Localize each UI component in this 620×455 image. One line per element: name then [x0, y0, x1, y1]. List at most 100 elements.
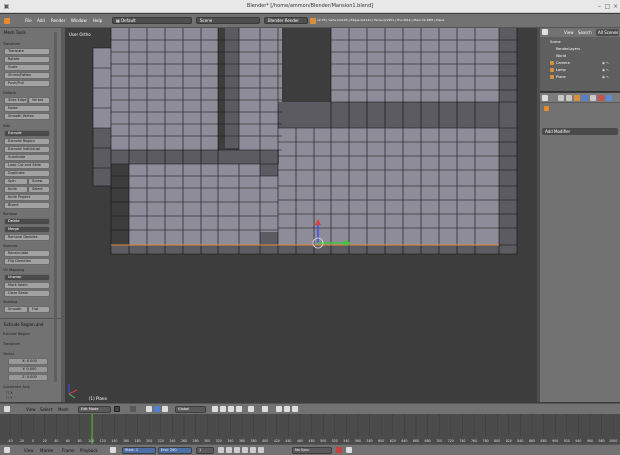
- slide-edge-button[interactable]: Slide Edge: [4, 97, 28, 104]
- extrude-region-button[interactable]: Extrude Region: [4, 138, 50, 145]
- timeline-playback-menu[interactable]: Playback: [80, 448, 98, 453]
- shrink-fatten-button[interactable]: Shrink/Fatten: [4, 72, 50, 79]
- constraint-x-checkbox[interactable]: ☐ X: [6, 391, 13, 395]
- layers-icon-2[interactable]: [284, 406, 290, 412]
- 3d-mesh-menu[interactable]: Mesh: [58, 407, 69, 412]
- manipulator-scale-icon[interactable]: [162, 406, 168, 412]
- maximize-icon[interactable]: □: [604, 3, 611, 10]
- layout-selector[interactable]: ▦ Default: [112, 17, 192, 24]
- outliner-editor-icon[interactable]: [542, 29, 548, 35]
- jump-end-icon[interactable]: [258, 447, 264, 453]
- vector-z-field[interactable]: Z: 0.000: [8, 374, 48, 381]
- flip-direction-button[interactable]: Flip Direction: [4, 258, 50, 265]
- noise-button[interactable]: Noise: [4, 105, 50, 112]
- layers-icon[interactable]: [276, 406, 282, 412]
- viewport-shading-icon[interactable]: [114, 406, 120, 412]
- outliner-display-mode[interactable]: All Scenes: [596, 29, 619, 36]
- properties-editor-icon[interactable]: [542, 95, 548, 101]
- vector-x-field[interactable]: X: 0.000: [8, 358, 48, 365]
- snap-icon[interactable]: [262, 406, 268, 412]
- outliner-row-renderlayers[interactable]: RenderLayers: [556, 47, 580, 51]
- menu-add[interactable]: Add: [37, 18, 45, 23]
- timeline-editor-icon[interactable]: [4, 447, 10, 453]
- edge-select-icon[interactable]: [220, 406, 226, 412]
- menu-help[interactable]: Help: [93, 18, 102, 23]
- remove-doubles-button[interactable]: Remove Doubles: [4, 234, 50, 241]
- add-modifier-dropdown[interactable]: Add Modifier: [542, 128, 618, 135]
- vertex-select-icon[interactable]: [212, 406, 218, 412]
- render-preview-icon[interactable]: [292, 406, 298, 412]
- prev-keyframe-icon[interactable]: [226, 447, 232, 453]
- proportional-edit-icon[interactable]: [248, 406, 254, 412]
- panel-header-mesh-tools[interactable]: Mesh Tools: [4, 30, 26, 35]
- delete-dropdown[interactable]: Delete: [4, 218, 50, 225]
- 3d-select-menu[interactable]: Select: [40, 407, 52, 412]
- menu-window[interactable]: Window: [71, 18, 87, 23]
- 3d-viewport[interactable]: [65, 28, 537, 402]
- render-engine-selector[interactable]: Blender Render: [264, 17, 308, 24]
- menu-file[interactable]: File: [25, 18, 32, 23]
- end-frame-field[interactable]: End: 250: [158, 447, 192, 454]
- outliner-search-menu[interactable]: Search: [578, 30, 592, 35]
- timeline[interactable]: -40 -20 0 20 40 60 80 100 120 140 160 180 200 220 240 2…: [0, 414, 620, 444]
- mark-seam-button[interactable]: Mark Seam: [4, 282, 50, 289]
- rotate-button[interactable]: Rotate: [4, 56, 50, 63]
- constraint-y-checkbox[interactable]: ☐ Y: [6, 396, 12, 400]
- operator-panel-header[interactable]: Extrude Region and: [4, 322, 43, 327]
- plane-visibility-icon[interactable]: ◉ ↖: [602, 75, 609, 79]
- extrude-dropdown[interactable]: Extrude: [4, 130, 50, 137]
- camera-visibility-icon[interactable]: ◉ ↖: [602, 61, 609, 65]
- knife-button[interactable]: Knife: [4, 186, 28, 193]
- material-tab-icon[interactable]: [598, 95, 604, 101]
- timeline-marker-menu[interactable]: Marker: [40, 448, 54, 453]
- next-keyframe-icon[interactable]: [250, 447, 256, 453]
- 3d-view-editor-icon[interactable]: [4, 406, 10, 412]
- record-icon[interactable]: [336, 447, 342, 453]
- orientation-selector[interactable]: Global: [175, 406, 206, 413]
- timeline-view-menu[interactable]: View: [24, 448, 34, 453]
- manipulator-translate-icon[interactable]: [146, 406, 152, 412]
- mode-selector[interactable]: Edit Mode: [78, 406, 111, 413]
- lamp-visibility-icon[interactable]: ◉ ↖: [602, 68, 609, 72]
- outliner-row-lamp[interactable]: Lamp: [556, 68, 566, 72]
- outliner-row-camera[interactable]: Camera: [556, 61, 570, 65]
- translate-button[interactable]: Translate: [4, 48, 50, 55]
- screw-button[interactable]: Screw: [28, 178, 50, 185]
- texture-tab-icon[interactable]: [606, 95, 612, 101]
- close-icon[interactable]: ×: [612, 3, 619, 10]
- spin-button[interactable]: Spin: [4, 178, 28, 185]
- object-tab-icon[interactable]: [574, 95, 580, 101]
- face-select-icon[interactable]: [228, 406, 234, 412]
- modifier-tab-icon[interactable]: [582, 95, 588, 101]
- outliner-row-plane[interactable]: Plane: [556, 75, 566, 79]
- mesh-canvas[interactable]: [65, 28, 537, 402]
- scale-button[interactable]: Scale: [4, 64, 50, 71]
- minimize-icon[interactable]: –: [596, 3, 603, 10]
- scene-selector[interactable]: Scene: [196, 17, 260, 24]
- info-editor-icon[interactable]: [4, 18, 10, 24]
- clear-seam-button[interactable]: Clear Seam: [4, 290, 50, 297]
- play-icon[interactable]: [242, 447, 248, 453]
- current-frame-field[interactable]: 1: [196, 447, 214, 454]
- loop-cut-button[interactable]: Loop Cut and Slide: [4, 162, 50, 169]
- merge-dropdown[interactable]: Merge: [4, 226, 50, 233]
- sync-mode-selector[interactable]: No Sync: [292, 447, 332, 454]
- tool-shelf-scrollbar[interactable]: [54, 32, 57, 382]
- vector-y-field[interactable]: Y: 0.000: [8, 366, 48, 373]
- occlude-geometry-icon[interactable]: [236, 406, 242, 412]
- timeline-frame-menu[interactable]: Frame: [62, 448, 74, 453]
- scene-tab-icon[interactable]: [566, 95, 572, 101]
- flat-shading-button[interactable]: Flat: [28, 306, 50, 313]
- unwrap-dropdown[interactable]: Unwrap: [4, 274, 50, 281]
- duplicate-button[interactable]: Duplicate: [4, 170, 50, 177]
- outliner-view-menu[interactable]: View: [564, 30, 574, 35]
- outliner-row-scene[interactable]: Scene: [550, 40, 561, 44]
- manipulator-rotate-icon[interactable]: [154, 406, 160, 412]
- jump-start-icon[interactable]: [218, 447, 224, 453]
- menu-render[interactable]: Render: [51, 18, 65, 23]
- smooth-shading-button[interactable]: Smooth: [4, 306, 28, 313]
- knife-project-button[interactable]: Knife Project: [4, 194, 50, 201]
- subdivide-button[interactable]: Subdivide: [4, 154, 50, 161]
- data-tab-icon[interactable]: [590, 95, 596, 101]
- push-pull-button[interactable]: Push/Pull: [4, 80, 50, 87]
